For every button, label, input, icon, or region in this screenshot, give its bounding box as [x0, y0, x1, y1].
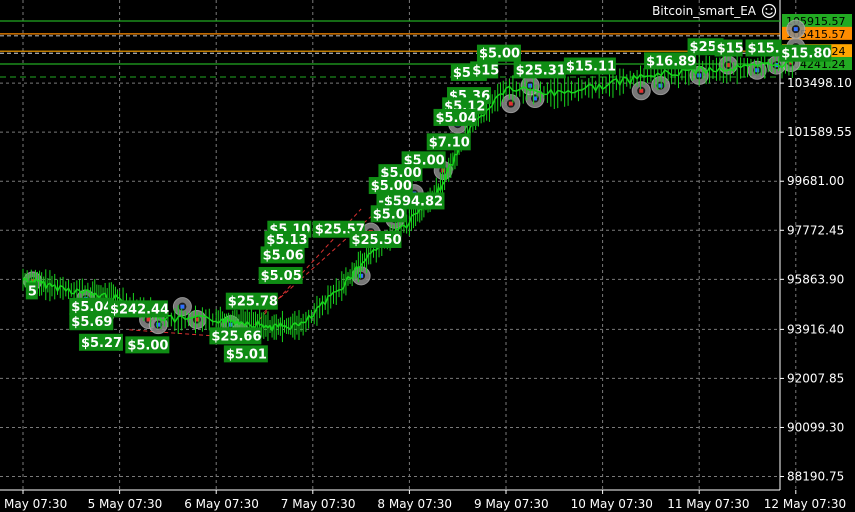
x-tick-label: 8 May 07:30 — [377, 497, 452, 511]
profit-label: $25.78 — [228, 295, 278, 310]
x-tick-label: 11 May 07:30 — [667, 497, 749, 511]
profit-label: $25.31 — [516, 63, 566, 78]
profit-label: $5.05 — [261, 269, 302, 284]
y-tick-label: 93916.40 — [787, 322, 844, 336]
profit-label: $5.01 — [226, 347, 267, 362]
chart-title: Bitcoin_smart_EA — [652, 4, 757, 18]
trade-marker-dot — [755, 68, 760, 73]
profit-label: $15.80 — [781, 47, 831, 62]
y-tick-label: 90099.30 — [787, 420, 844, 434]
profit-label: $5.00 — [479, 47, 520, 62]
y-tick-label: 92007.85 — [787, 371, 844, 385]
profit-label: $5.04 — [71, 300, 112, 315]
profit-label: $5.13 — [266, 233, 307, 248]
x-tick-label: 6 May 07:30 — [184, 497, 259, 511]
x-tick-label: May 07:30 — [4, 497, 67, 511]
trade-marker-dot — [639, 88, 644, 93]
profit-label: $15 — [717, 42, 744, 57]
profit-label: $5.06 — [263, 248, 304, 263]
y-tick-label: 95863.90 — [787, 272, 844, 286]
trade-marker-dot — [793, 27, 798, 32]
profit-label: $25.66 — [211, 329, 261, 344]
price-chart[interactable]: 105915.57105415.57104741.24104241.24 $5.… — [0, 0, 855, 512]
trade-marker-dot — [658, 83, 663, 88]
profit-label: 5 — [28, 284, 37, 299]
profit-label: $5.0 — [373, 207, 405, 222]
profit-label: $5.00 — [127, 338, 168, 353]
profit-label: $7.10 — [429, 135, 470, 150]
trade-marker-dot — [508, 101, 513, 106]
y-tick-label: 103498.10 — [787, 76, 852, 90]
profit-label: $242.44 — [110, 302, 169, 317]
profit-label: $16.89 — [646, 54, 696, 69]
x-tick-label: 5 May 07:30 — [88, 497, 163, 511]
x-tick-label: 12 May 07:30 — [764, 497, 846, 511]
y-axis: 103498.10 101589.55 99681.00 97772.45 95863.… — [780, 76, 852, 484]
profit-label: $15. — [748, 42, 780, 57]
profit-label: $25.50 — [351, 233, 401, 248]
trade-marker-dot — [180, 304, 185, 309]
x-tick-label: 9 May 07:30 — [474, 497, 549, 511]
y-tick-label: 99681.00 — [787, 174, 844, 188]
x-tick-label: 10 May 07:30 — [571, 497, 653, 511]
profit-label: $5.04 — [435, 111, 476, 126]
profit-label: $15.11 — [566, 60, 616, 75]
trade-marker-dot — [156, 322, 161, 327]
profit-label: $5.69 — [71, 315, 112, 330]
y-tick-label: 101589.55 — [787, 125, 852, 139]
x-tick-label: 7 May 07:30 — [281, 497, 356, 511]
profit-label: $5.27 — [81, 336, 122, 351]
profit-label: $15 — [472, 63, 499, 78]
trade-marker-dot — [359, 273, 364, 278]
profit-label: $5.00 — [371, 179, 412, 194]
y-tick-label: 97772.45 — [787, 223, 844, 237]
y-tick-label: 88190.75 — [787, 470, 844, 484]
